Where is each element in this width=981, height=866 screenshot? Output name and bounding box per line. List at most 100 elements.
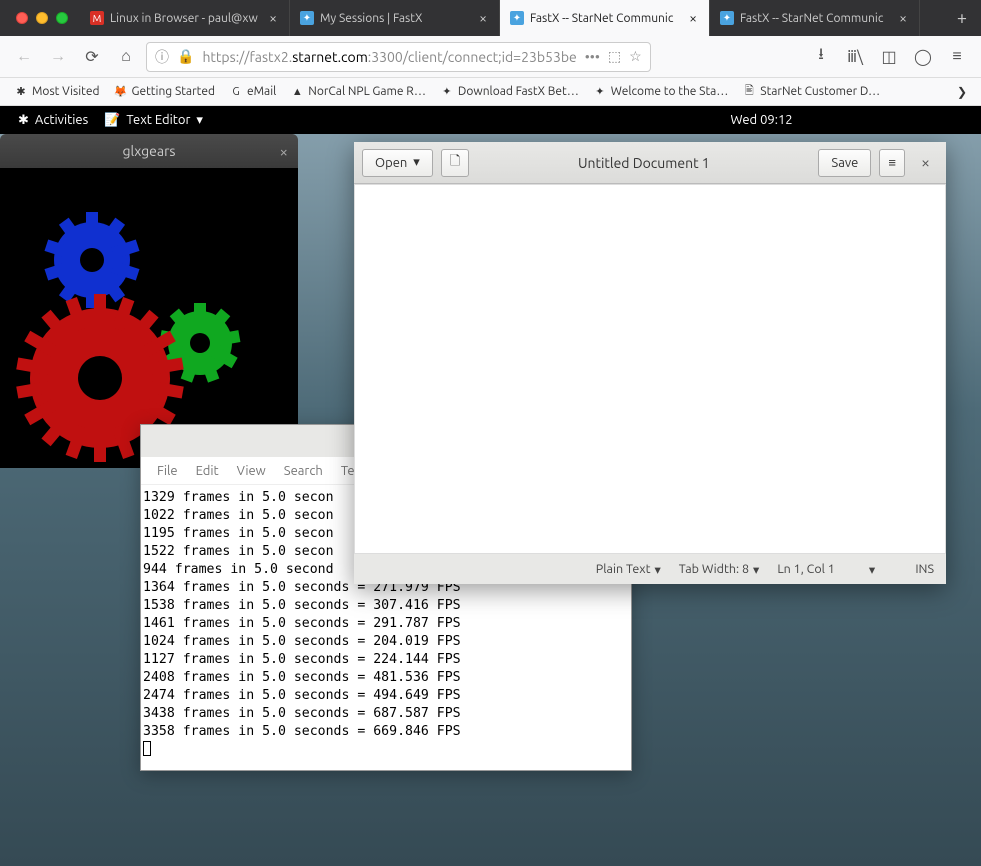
- remote-desktop-viewport: ✱ Activities 📝 Text Editor ▾ Wed 09:12 g…: [0, 106, 981, 866]
- page-actions-icon[interactable]: •••: [585, 49, 600, 65]
- open-button[interactable]: Open ▾: [362, 149, 433, 177]
- save-label: Save: [831, 156, 858, 170]
- browser-tab-strip: M Linux in Browser - paul@xw × ✦ My Sessions…: [0, 0, 981, 36]
- glxgears-canvas: [0, 168, 298, 468]
- chevron-down-icon: ▾: [869, 562, 875, 577]
- gnome-top-bar: ✱ Activities 📝 Text Editor ▾ Wed 09:12: [0, 106, 981, 134]
- browser-tab[interactable]: ✦FastX -- StarNet Communic×: [710, 0, 920, 36]
- favicon-icon: M: [90, 11, 104, 25]
- bookmark-item[interactable]: ✱ Most Visited: [8, 83, 106, 101]
- bookmark-label: StarNet Customer D…: [760, 85, 880, 98]
- chevron-down-icon: ▾: [196, 113, 203, 128]
- editor-textarea[interactable]: [354, 184, 946, 554]
- chevron-down-icon: ▾: [753, 562, 759, 577]
- window-traffic-lights: [4, 0, 80, 36]
- url-text: https://fastx2.starnet.com:3300/client/c…: [202, 49, 576, 65]
- bookmark-favicon-icon: ✱: [14, 85, 28, 99]
- reader-mode-icon[interactable]: ⬚: [608, 48, 621, 65]
- document-icon: 🗋: [450, 152, 460, 174]
- bookmark-item[interactable]: ▲ NorCal NPL Game R…: [284, 83, 432, 101]
- sidebar-icon[interactable]: ◫: [875, 43, 903, 71]
- bookmark-label: Download FastX Bet…: [458, 85, 579, 98]
- insert-mode[interactable]: INS: [915, 562, 934, 576]
- star-icon[interactable]: ☆: [629, 48, 642, 65]
- bookmark-label: Most Visited: [32, 85, 100, 98]
- bookmark-label: eMail: [247, 85, 276, 98]
- gedit-window: Open ▾ 🗋 Untitled Document 1 Save ≡ × Pl…: [354, 142, 946, 584]
- glxgears-title: glxgears: [122, 143, 175, 159]
- browser-tab[interactable]: ✦ FastX -- StarNet Communic ×: [500, 0, 710, 36]
- bookmark-label: NorCal NPL Game R…: [308, 85, 426, 98]
- bookmark-favicon-icon: 🖹: [742, 85, 756, 99]
- bookmark-item[interactable]: ✦ Download FastX Bet…: [434, 83, 585, 101]
- maximize-window-button[interactable]: [56, 12, 68, 24]
- hamburger-menu-button[interactable]: ≡: [879, 149, 905, 177]
- bookmark-item[interactable]: 🖹 StarNet Customer D…: [736, 83, 886, 101]
- close-tab-icon[interactable]: ×: [687, 9, 699, 27]
- new-document-button[interactable]: 🗋: [441, 149, 469, 177]
- gedit-statusbar: Plain Text▾ Tab Width: 8▾ Ln 1, Col 1 ▾ …: [354, 554, 946, 584]
- close-tab-icon[interactable]: ×: [267, 9, 279, 27]
- url-bar[interactable]: ⓘ 🔒 https://fastx2.starnet.com:3300/clie…: [146, 42, 651, 72]
- favicon-icon: ✦: [510, 11, 524, 25]
- text-editor-icon: 📝: [104, 113, 120, 128]
- gedit-title: Untitled Document 1: [477, 155, 810, 171]
- gedit-headerbar: Open ▾ 🗋 Untitled Document 1 Save ≡ ×: [354, 142, 946, 184]
- app-menu-label: Text Editor: [126, 113, 190, 127]
- open-label: Open: [375, 156, 407, 170]
- save-button[interactable]: Save: [818, 149, 871, 177]
- menu-icon: ≡: [888, 155, 896, 170]
- terminal-menu-item[interactable]: Edit: [188, 462, 227, 480]
- home-button[interactable]: ⌂: [112, 43, 140, 71]
- chevron-down-icon: ▾: [654, 562, 660, 577]
- bookmark-favicon-icon: G: [229, 85, 243, 99]
- terminal-menu-item[interactable]: Search: [276, 462, 331, 480]
- activities-label: Activities: [35, 113, 88, 127]
- tab-label: My Sessions | FastX: [320, 12, 471, 25]
- browser-tab[interactable]: M Linux in Browser - paul@xw ×: [80, 0, 290, 36]
- bookmark-favicon-icon: ✦: [440, 85, 454, 99]
- library-icon[interactable]: ⅲ\: [841, 43, 869, 71]
- terminal-menu-item[interactable]: View: [229, 462, 274, 480]
- browser-nav-row: ← → ⟳ ⌂ ⓘ 🔒 https://fastx2.starnet.com:3…: [0, 36, 981, 78]
- cursor-position[interactable]: Ln 1, Col 1 ▾: [777, 562, 897, 577]
- bookmarks-overflow-icon[interactable]: ❯: [951, 85, 973, 99]
- info-icon[interactable]: ⓘ: [155, 47, 169, 67]
- tab-label: Linux in Browser - paul@xw: [110, 12, 261, 25]
- bookmarks-bar: ✱Most Visited🦊Getting StartedGeMail▲NorC…: [0, 78, 981, 106]
- downloads-icon[interactable]: ⭳: [807, 43, 835, 71]
- bookmark-favicon-icon: ✦: [593, 85, 607, 99]
- favicon-icon: ✦: [300, 11, 314, 25]
- bookmark-favicon-icon: 🦊: [114, 85, 128, 99]
- account-icon[interactable]: ◯: [909, 43, 937, 71]
- chevron-down-icon: ▾: [413, 155, 420, 170]
- back-button[interactable]: ←: [10, 43, 38, 71]
- favicon-icon: ✦: [720, 11, 734, 25]
- new-tab-button[interactable]: +: [943, 0, 981, 36]
- bookmark-favicon-icon: ▲: [290, 85, 304, 99]
- minimize-window-button[interactable]: [36, 12, 48, 24]
- bookmark-label: Welcome to the Sta…: [611, 85, 728, 98]
- close-icon[interactable]: ×: [280, 143, 288, 160]
- clock[interactable]: Wed 09:12: [731, 113, 793, 127]
- bookmark-item[interactable]: ✦ Welcome to the Sta…: [587, 83, 734, 101]
- tab-width-selector[interactable]: Tab Width: 8▾: [679, 562, 760, 577]
- close-tab-icon[interactable]: ×: [477, 9, 489, 27]
- syntax-selector[interactable]: Plain Text▾: [596, 562, 661, 577]
- activities-button[interactable]: ✱ Activities: [10, 113, 96, 128]
- lock-icon: 🔒: [177, 48, 194, 65]
- tab-label: FastX -- StarNet Communic: [530, 12, 681, 25]
- close-window-button[interactable]: [16, 12, 28, 24]
- bookmark-item[interactable]: GeMail: [223, 83, 282, 101]
- menu-icon[interactable]: ≡: [943, 43, 971, 71]
- close-tab-icon[interactable]: ×: [897, 9, 909, 27]
- reload-button[interactable]: ⟳: [78, 43, 106, 71]
- app-menu-button[interactable]: 📝 Text Editor ▾: [96, 113, 211, 128]
- gnome-logo-icon: ✱: [18, 113, 29, 128]
- browser-tab[interactable]: ✦ My Sessions | FastX ×: [290, 0, 500, 36]
- terminal-menu-item[interactable]: File: [149, 462, 186, 480]
- bookmark-item[interactable]: 🦊Getting Started: [108, 83, 221, 101]
- forward-button[interactable]: →: [44, 43, 72, 71]
- close-icon[interactable]: ×: [913, 154, 938, 172]
- glxgears-titlebar[interactable]: glxgears ×: [0, 134, 298, 168]
